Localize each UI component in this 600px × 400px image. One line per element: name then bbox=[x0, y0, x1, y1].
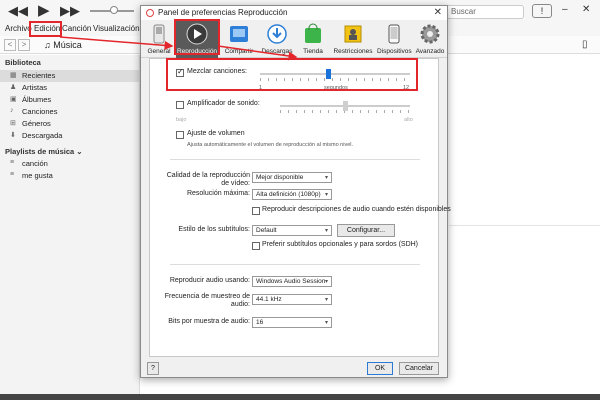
annotation-arrows bbox=[59, 36, 298, 61]
